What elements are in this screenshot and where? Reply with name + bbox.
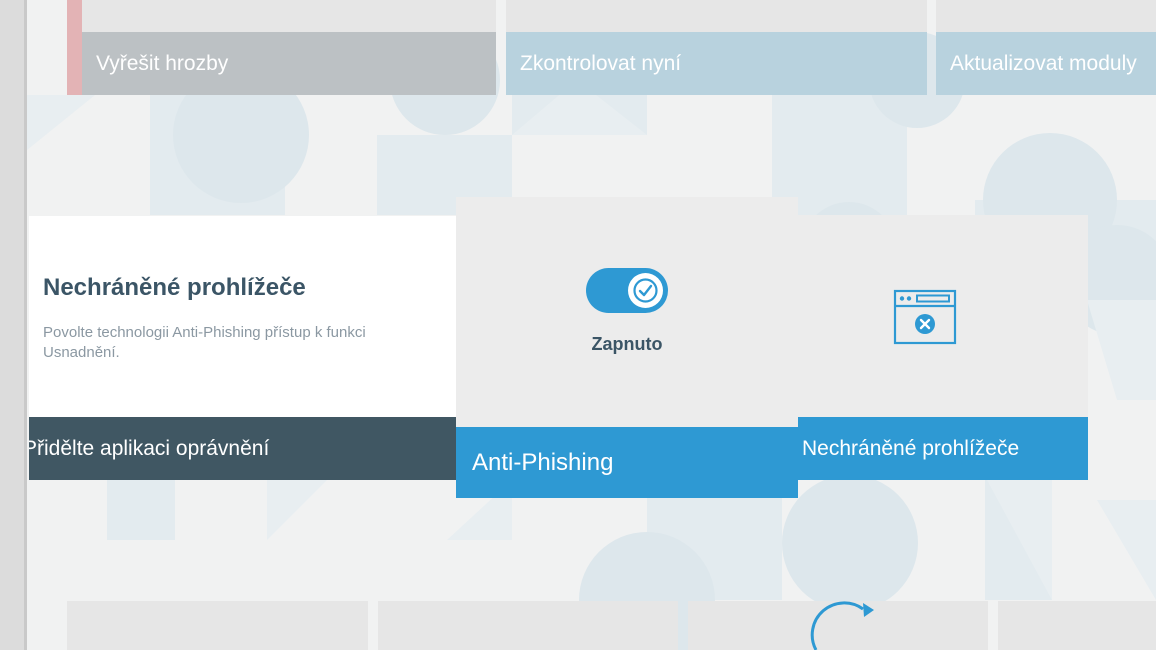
threat-indicator-stripe (67, 0, 82, 95)
bottom-card-4 (998, 601, 1156, 650)
left-rail (0, 0, 27, 650)
unprotected-browsers-button[interactable]: Nechráněné prohlížeče (798, 417, 1088, 480)
top-card-3-header (936, 0, 1156, 32)
anti-phishing-toggle[interactable] (586, 268, 668, 313)
scan-now-button[interactable]: Zkontrolovat nyní (506, 32, 927, 95)
check-circle-icon (633, 278, 658, 303)
unprotected-browsers-label: Nechráněné prohlížeče (802, 436, 1020, 460)
unprotected-browsers-info-card: Nechráněné prohlížeče Povolte technologi… (29, 216, 456, 417)
grant-permission-button[interactable]: Přidělte aplikaci oprávnění (29, 417, 456, 480)
browser-blocked-icon (893, 289, 957, 345)
grant-permission-label: Přidělte aplikaci oprávnění (29, 436, 270, 460)
toggle-state-label: Zapnuto (591, 334, 663, 354)
refresh-icon (810, 601, 874, 650)
resolve-threats-button[interactable]: Vyřešit hrozby (82, 32, 496, 95)
top-card-1-header (67, 0, 496, 32)
anti-phishing-button[interactable]: Anti-Phishing (456, 427, 798, 498)
top-card-2-header (506, 0, 927, 32)
update-modules-label: Aktualizovat moduly (950, 51, 1137, 75)
update-modules-button[interactable]: Aktualizovat moduly (936, 32, 1156, 95)
anti-phishing-card: Zapnuto (456, 197, 798, 427)
scan-now-label: Zkontrolovat nyní (520, 51, 682, 75)
bottom-card-2 (378, 601, 678, 650)
toggle-knob (628, 273, 663, 308)
bottom-card-1 (67, 601, 368, 650)
unprotected-browsers-card (798, 215, 1088, 417)
info-card-title: Nechráněné prohlížeče (43, 274, 306, 301)
info-card-description: Povolte technologii Anti-Phishing přístu… (43, 324, 366, 361)
bottom-card-3 (688, 601, 988, 650)
resolve-threats-label: Vyřešit hrozby (96, 51, 229, 75)
anti-phishing-label: Anti-Phishing (472, 448, 614, 476)
